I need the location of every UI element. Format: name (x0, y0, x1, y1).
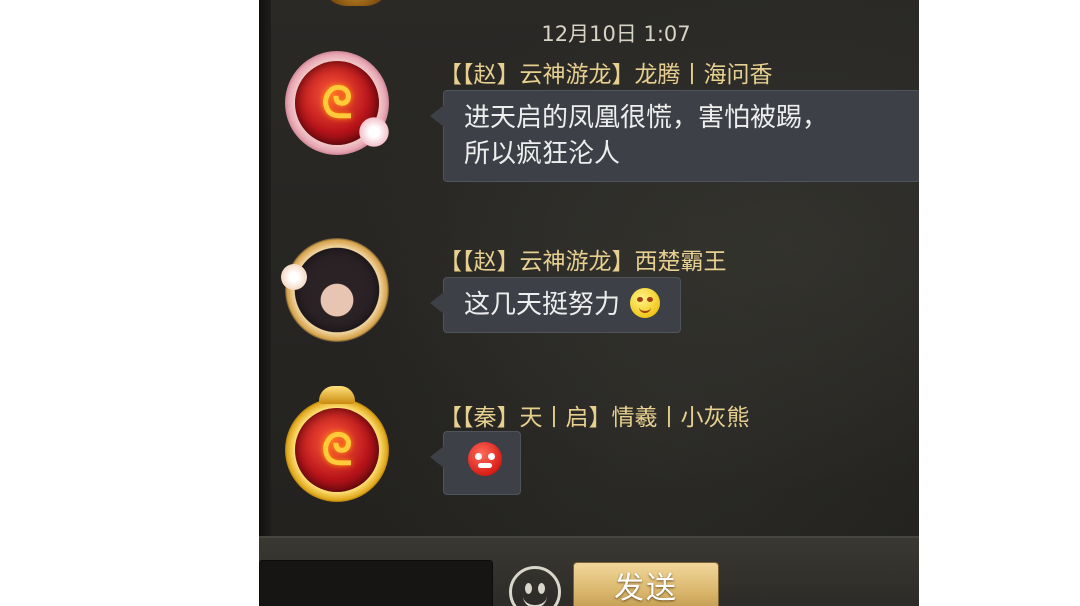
send-button[interactable]: 发送 (573, 562, 719, 606)
avatar[interactable]: ᘓ (279, 386, 395, 508)
blossom-decoration (279, 262, 309, 292)
chat-message-area[interactable]: 12月10日 1:07 ᘓ 【【赵】云神游龙】龙腾丨海问香 进天启的凤凰很慌，害… (271, 0, 919, 536)
avatar[interactable]: ᘓ (279, 45, 395, 161)
chat-input-bar: 发送 (259, 536, 919, 606)
message-line: 进天启的凤凰很慌，害怕被踢， (464, 103, 829, 133)
message-input[interactable] (259, 560, 493, 606)
sender-name[interactable]: 【【赵】云神游龙】西楚霸王 (439, 242, 727, 276)
emoji-angry-icon (468, 442, 502, 476)
message-text: 这几天挺努力 (464, 290, 621, 320)
character-portrait (295, 248, 379, 332)
dragon-glyph-icon: ᘓ (321, 424, 353, 476)
emoji-smile-icon (630, 288, 661, 318)
emoji-picker-icon[interactable] (509, 566, 561, 606)
previous-avatar-fragment (321, 0, 391, 6)
chat-timestamp: 12月10日 1:07 (541, 22, 691, 46)
chat-panel: 12月10日 1:07 ᘓ 【【赵】云神游龙】龙腾丨海问香 进天启的凤凰很慌，害… (259, 0, 919, 606)
blossom-decoration (357, 115, 391, 149)
message-bubble[interactable] (430, 431, 521, 495)
sender-name[interactable]: 【【赵】云神游龙】龙腾丨海问香 (439, 55, 773, 89)
avatar[interactable] (279, 232, 395, 348)
message-line: 所以疯狂沦人 (464, 139, 621, 169)
message-bubble[interactable]: 进天启的凤凰很慌，害怕被踢， 所以疯狂沦人 (430, 90, 919, 182)
avatar-emblem: ᘓ (295, 408, 379, 492)
sender-name[interactable]: 【【秦】天丨启】情羲丨小灰熊 (439, 398, 750, 432)
crown-decoration (319, 386, 355, 404)
panel-left-border (259, 0, 271, 536)
dragon-glyph-icon: ᘓ (321, 77, 353, 129)
message-bubble[interactable]: 这几天挺努力 (429, 277, 682, 333)
